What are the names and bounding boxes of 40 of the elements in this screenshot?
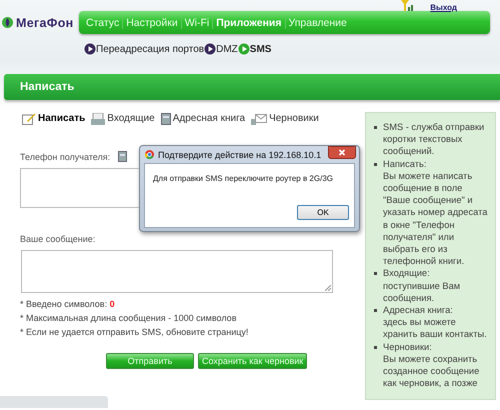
- tab[interactable]: Написать: [38, 113, 86, 124]
- tab[interactable]: Адресная книга: [172, 113, 246, 124]
- dialog-message: Для отправки SMS переключите роутер в 2G/3G: [153, 174, 333, 183]
- book-icon: [160, 112, 171, 124]
- subnav-link[interactable]: DMZ: [216, 44, 238, 54]
- bullet-icon: [374, 309, 377, 312]
- tab[interactable]: Входящие: [107, 113, 155, 124]
- logout-link[interactable]: Выход: [430, 3, 457, 12]
- help-text: SMS - служба отправки коротки текстовых сообщений.: [383, 121, 486, 158]
- inbox-icon: [91, 112, 106, 124]
- bullet-icon: [374, 126, 377, 129]
- help-text: Черновики: Вы можете сохранить созданное сообщение как черновик, а позже: [383, 340, 480, 390]
- envelope-icon: [251, 112, 268, 124]
- ok-button[interactable]: OK: [297, 205, 349, 220]
- bullet-icon: [374, 346, 377, 349]
- note-text: * Если не удается отправить SMS, обновите страницу!: [20, 327, 250, 337]
- tab[interactable]: Черновики: [269, 113, 319, 124]
- browser-icon: [145, 150, 154, 159]
- note-text: * Введено символов:: [20, 299, 108, 309]
- help-text: Адресная книга: здесь вы можете хранить ваши контакты.: [383, 304, 488, 341]
- field-label: Ваше сообщение:: [20, 234, 96, 244]
- logo-text: МегаФон: [16, 16, 74, 30]
- field-label: Телефон получателя:: [20, 152, 110, 162]
- dialog-title: Подтвердите действие на 192.168.10.1: [158, 150, 322, 160]
- help-text: Написать: Вы можете написать сообщение в поле "Ваше сообщение" и указать номер адресата в окне "Телефон получателя" или выбрать его из телефонной книги.: [383, 158, 488, 268]
- help-text: Входящие: поступившие Вам сообщения.: [383, 267, 462, 304]
- address-book-icon[interactable]: [118, 151, 128, 162]
- subnav-link[interactable]: Переадресация портов: [96, 44, 204, 54]
- bullet-icon: [374, 272, 377, 276]
- close-icon[interactable]: [328, 146, 356, 159]
- subnav-link[interactable]: SMS: [250, 44, 272, 54]
- signal-icon: [401, 0, 416, 11]
- resize-grip-icon[interactable]: [325, 285, 331, 291]
- char-count: 0: [110, 299, 115, 309]
- note-text: * Максимальная длина сообщения - 1000 символов: [20, 313, 238, 323]
- notepad-pencil-icon: [22, 112, 36, 125]
- bullet-icon: [374, 162, 377, 166]
- logo-icon: [2, 17, 13, 28]
- page-title: Написать: [19, 80, 76, 93]
- message-input[interactable]: [21, 250, 333, 293]
